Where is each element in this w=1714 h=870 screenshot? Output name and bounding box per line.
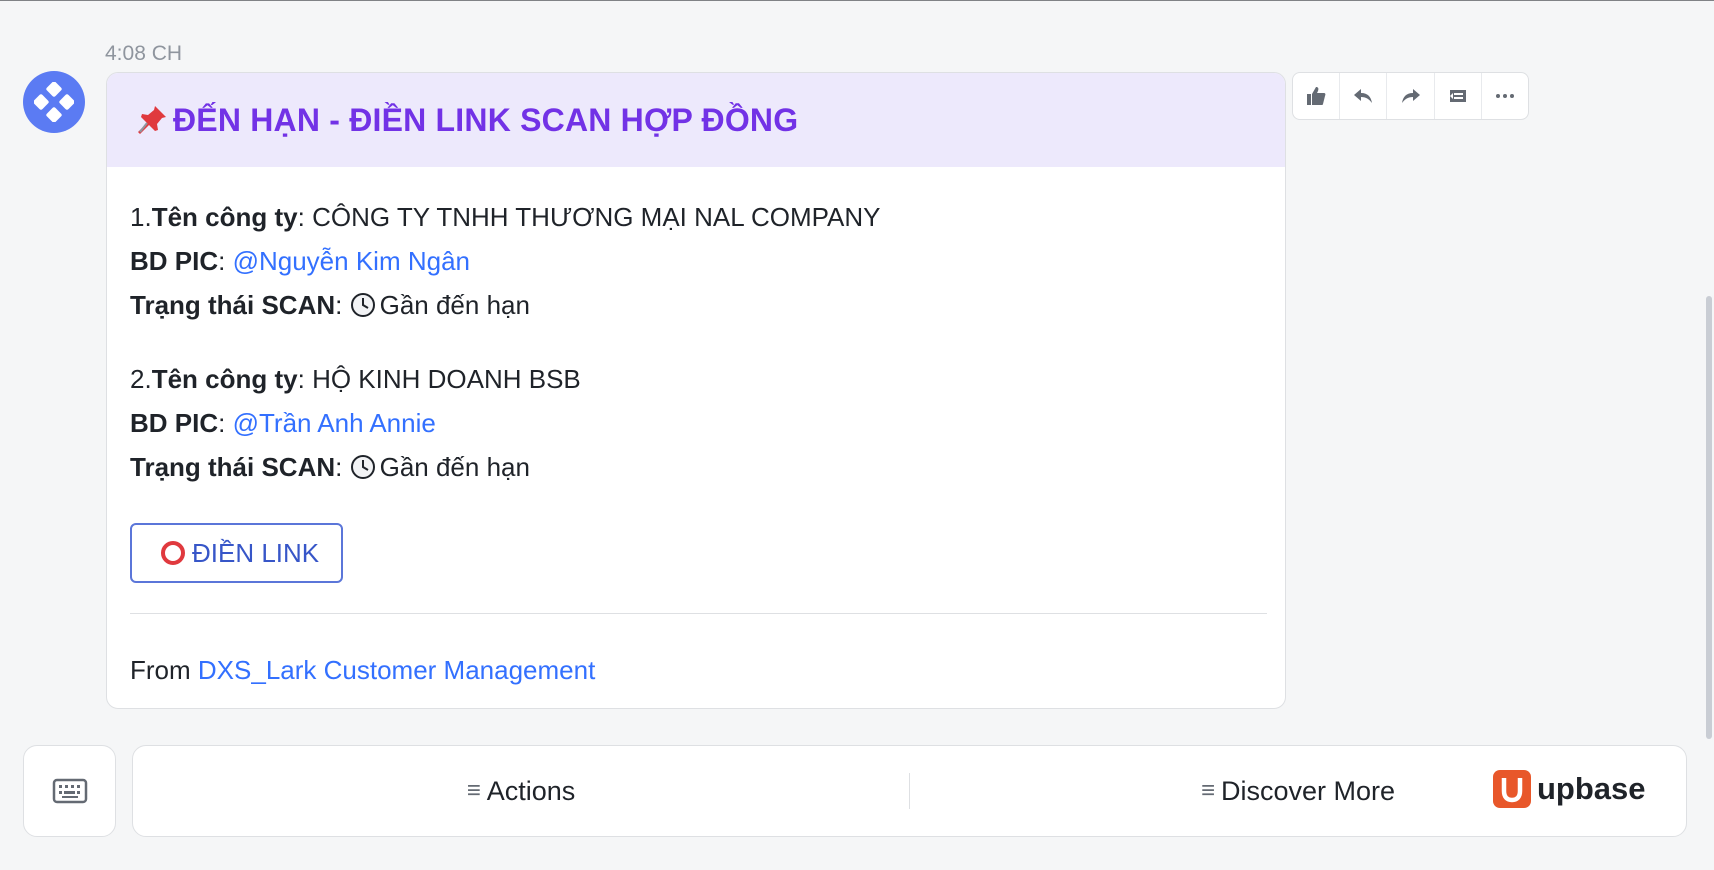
forward-icon	[1401, 89, 1420, 103]
company-row: 2.Tên công ty: HỘ KINH DOANH BSB	[130, 364, 581, 394]
reply-button[interactable]	[1340, 73, 1388, 119]
pic-label: BD PIC	[130, 408, 219, 438]
pic-mention[interactable]: @Nguyễn Kim Ngân	[233, 246, 470, 276]
more-icon	[1495, 94, 1514, 98]
bot-logo-icon	[34, 82, 74, 122]
thumbs-up-icon	[1307, 87, 1326, 105]
card-header: ĐẾN HẠN - ĐIỀN LINK SCAN HỢP ĐỒNG	[107, 73, 1285, 167]
red-circle-icon	[161, 541, 185, 565]
message-actions-toolbar	[1292, 72, 1529, 120]
status-row: Trạng thái SCAN: Gần đến hạn	[130, 290, 530, 320]
bot-avatar[interactable]	[23, 71, 85, 133]
more-button[interactable]	[1482, 73, 1528, 119]
thumbs-up-button[interactable]	[1293, 73, 1341, 119]
company-row: 1.Tên công ty: CÔNG TY TNHH THƯƠNG MẠI N…	[130, 202, 881, 232]
status-row: Trạng thái SCAN: Gần đến hạn	[130, 452, 530, 482]
bot-menu-bar: ≡ Actions ≡ Discover More	[132, 745, 1687, 837]
company-value: CÔNG TY TNHH THƯƠNG MẠI NAL COMPANY	[312, 202, 881, 232]
message-card: ĐẾN HẠN - ĐIỀN LINK SCAN HỢP ĐỒNG 1.Tên …	[106, 72, 1286, 709]
top-divider	[0, 0, 1714, 1]
status-label: Trạng thái SCAN	[130, 452, 336, 482]
actions-menu-button[interactable]: ≡ Actions	[133, 746, 909, 836]
pic-label: BD PIC	[130, 246, 219, 276]
company-label: Tên công ty	[151, 202, 298, 232]
fill-link-button[interactable]: ĐIỀN LINK	[130, 523, 344, 583]
card-divider	[130, 613, 1267, 614]
pic-row: BD PIC: @Trần Anh Annie	[130, 408, 436, 438]
from-prefix: From	[130, 655, 191, 685]
forward-button[interactable]	[1387, 73, 1435, 119]
clock-icon	[350, 293, 375, 317]
status-value: Gần đến hạn	[379, 290, 530, 320]
clock-icon	[350, 455, 375, 479]
list-item: 1.Tên công ty: CÔNG TY TNHH THƯƠNG MẠI N…	[130, 195, 1261, 327]
card-footer: From DXS_Lark Customer Management	[130, 648, 1261, 692]
card-title: ĐẾN HẠN - ĐIỀN LINK SCAN HỢP ĐỒNG	[173, 101, 799, 138]
status-label: Trạng thái SCAN	[130, 290, 336, 320]
fill-link-button-label: ĐIỀN LINK	[192, 538, 320, 568]
status-value: Gần đến hạn	[379, 452, 530, 482]
pushpin-icon	[138, 106, 166, 134]
menu-lines-icon: ≡	[1200, 777, 1215, 804]
pic-row: BD PIC: @Nguyễn Kim Ngân	[130, 246, 470, 276]
list-item: 2.Tên công ty: HỘ KINH DOANH BSB BD PIC:…	[130, 357, 1261, 489]
company-value: HỘ KINH DOANH BSB	[312, 364, 581, 394]
scrollbar[interactable]	[1706, 296, 1712, 739]
reply-icon	[1354, 89, 1373, 103]
source-app-link[interactable]: DXS_Lark Customer Management	[198, 655, 595, 685]
quote-button[interactable]	[1435, 73, 1482, 119]
upbase-logo-icon	[1493, 770, 1531, 808]
menu-lines-icon: ≡	[466, 777, 481, 804]
card-body: 1.Tên công ty: CÔNG TY TNHH THƯƠNG MẠI N…	[107, 167, 1285, 692]
quote-icon	[1449, 90, 1466, 102]
company-label: Tên công ty	[151, 364, 298, 394]
upbase-watermark: upbase	[1493, 770, 1646, 808]
keyboard-toggle-button[interactable]	[23, 745, 116, 837]
actions-menu-label: Actions	[486, 775, 576, 806]
message-timestamp: 4:08 CH	[105, 42, 183, 65]
keyboard-icon	[52, 778, 87, 804]
upbase-wordmark: upbase	[1537, 771, 1646, 806]
pic-mention[interactable]: @Trần Anh Annie	[233, 408, 436, 438]
discover-more-label: Discover More	[1220, 775, 1396, 806]
